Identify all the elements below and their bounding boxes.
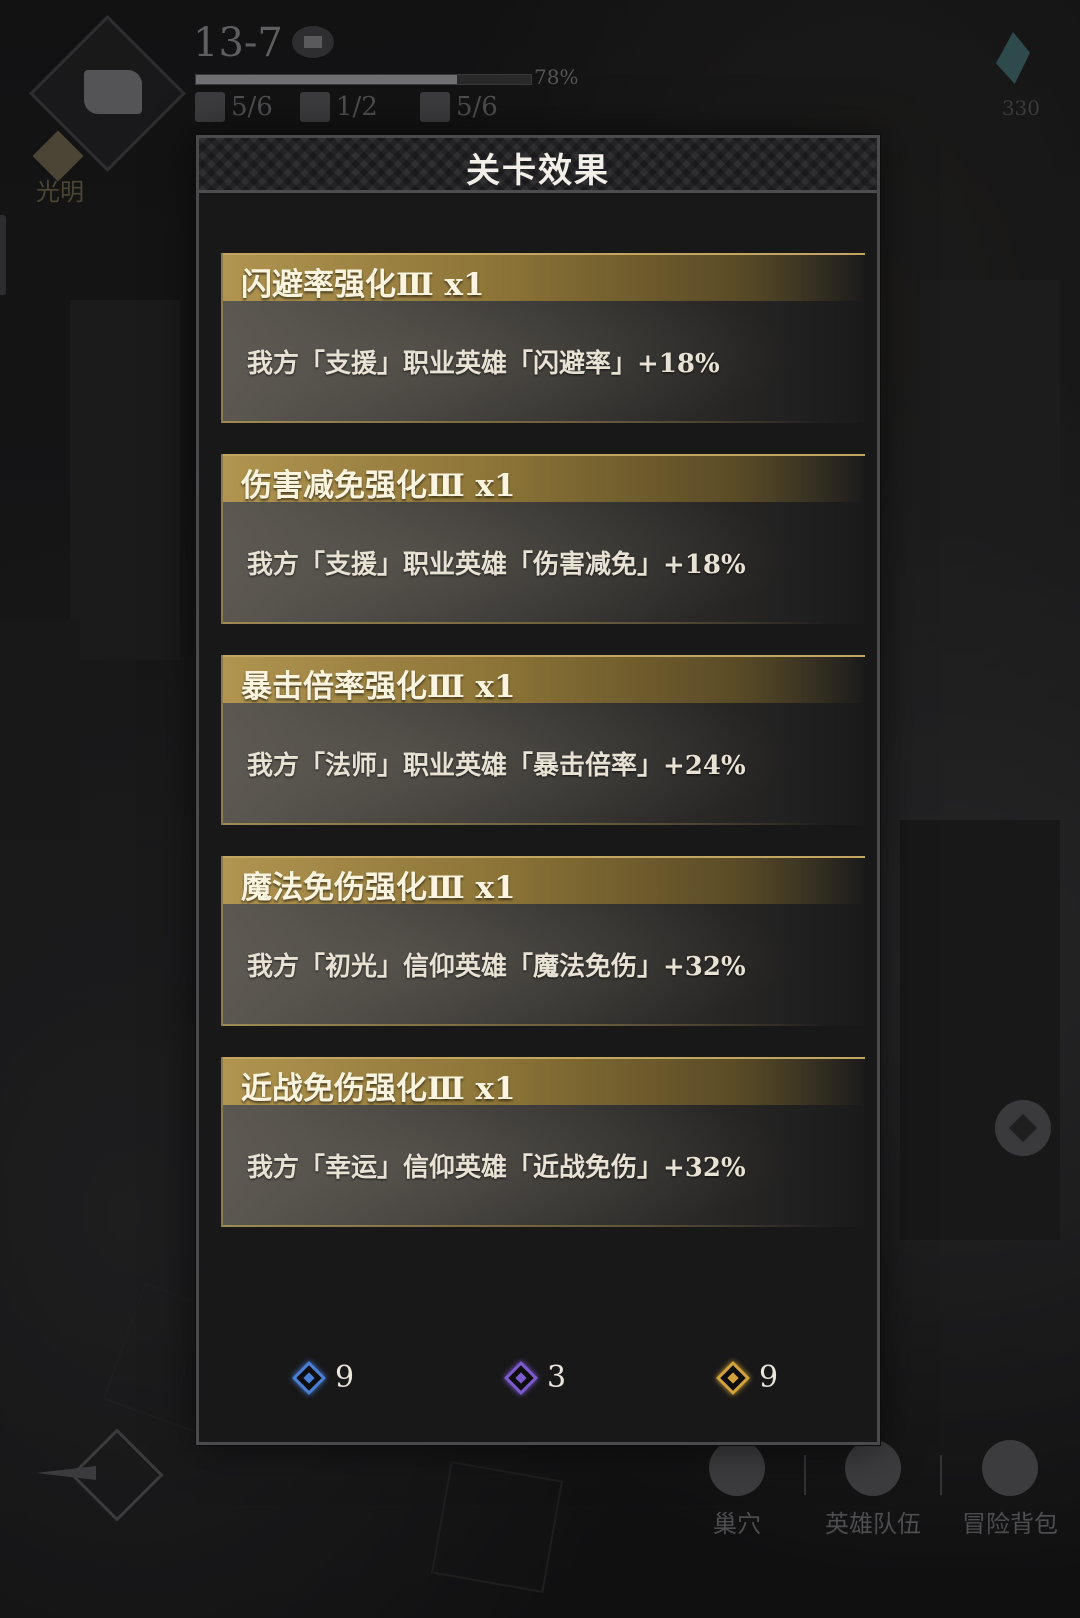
purple-gem-icon [504, 1360, 538, 1395]
stage-progress-fill [196, 75, 458, 84]
lair-icon [709, 1440, 765, 1496]
effect-header: 闪避率强化Ⅲ x1 [223, 253, 865, 303]
menu-lair-label: 巢穴 [713, 1510, 761, 1538]
modal-header: 关卡效果 [199, 138, 877, 193]
crystal-count: 330 [1001, 96, 1040, 120]
effect-header: 魔法免伤强化Ⅲ x1 [223, 856, 865, 906]
crossed-swords-icon [195, 92, 225, 122]
side-tab[interactable] [0, 215, 6, 295]
bottom-logo[interactable] [36, 1428, 164, 1522]
effect-header: 近战免伤强化Ⅲ x1 [223, 1057, 865, 1107]
effect-description: 我方「支援」职业英雄「伤害减免」+18% [247, 550, 746, 580]
gold-gem-counter: 9 [716, 1360, 779, 1395]
faith-badge-label: 光明 [36, 178, 84, 206]
stage-progress-label: 78% [534, 65, 579, 89]
effect-title: 伤害减免强化Ⅲ x1 [241, 468, 516, 504]
battle-stat-value: 5/6 [231, 92, 273, 122]
menu-team-label: 英雄队伍 [825, 1510, 921, 1538]
gold-gem-count: 9 [759, 1360, 779, 1395]
effect-title: 魔法免伤强化Ⅲ x1 [241, 870, 516, 906]
effect-title: 近战免伤强化Ⅲ x1 [241, 1071, 516, 1107]
flag-icon [84, 70, 142, 114]
menu-team-button[interactable]: 英雄队伍 [818, 1440, 928, 1539]
scroll-icon [420, 92, 450, 122]
menu-lair-button[interactable]: 巢穴 [682, 1440, 792, 1539]
event-stat: 5/6 [420, 92, 498, 122]
faith-badge: 光明 [30, 130, 90, 206]
book-icon [304, 36, 322, 48]
effect-card: 魔法免伤强化Ⅲ x1 我方「初光」信仰英雄「魔法免伤」+32% [221, 856, 865, 1026]
chest-icon [300, 92, 330, 122]
team-icon [845, 1440, 901, 1496]
effect-header: 伤害减免强化Ⅲ x1 [223, 454, 865, 504]
bag-icon [982, 1440, 1038, 1496]
chest-stat: 1/2 [300, 92, 378, 122]
modal-title: 关卡效果 [466, 151, 610, 191]
purple-gem-counter: 3 [504, 1360, 567, 1395]
stage-number: 13-7 [193, 20, 283, 66]
wing-icon [36, 1466, 96, 1480]
compass-button[interactable] [995, 1100, 1051, 1156]
effect-title: 闪避率强化Ⅲ x1 [241, 267, 485, 303]
effect-title: 暴击倍率强化Ⅲ x1 [241, 669, 516, 705]
effect-card: 暴击倍率强化Ⅲ x1 我方「法师」职业英雄「暴击倍率」+24% [221, 655, 865, 825]
stage-effects-modal: 关卡效果 闪避率强化Ⅲ x1 我方「支援」职业英雄「闪避率」+18% 伤害减免强… [196, 135, 880, 1445]
chest-stat-value: 1/2 [336, 92, 378, 122]
blue-gem-count: 9 [335, 1360, 355, 1395]
menu-bag-label: 冒险背包 [962, 1510, 1058, 1538]
stage-progress-bar [195, 74, 532, 85]
effect-description: 我方「支援」职业英雄「闪避率」+18% [247, 349, 720, 379]
blue-gem-counter: 9 [292, 1360, 355, 1395]
effect-header: 暴击倍率强化Ⅲ x1 [223, 655, 865, 705]
menu-divider [804, 1455, 806, 1495]
effect-card: 闪避率强化Ⅲ x1 我方「支援」职业英雄「闪避率」+18% [221, 253, 865, 423]
purple-gem-count: 3 [547, 1360, 567, 1395]
effect-card: 伤害减免强化Ⅲ x1 我方「支援」职业英雄「伤害减免」+18% [221, 454, 865, 624]
menu-bag-button[interactable]: 冒险背包 [955, 1440, 1065, 1539]
blue-gem-icon [292, 1360, 326, 1395]
effect-description: 我方「幸运」信仰英雄「近战免伤」+32% [247, 1153, 746, 1183]
gold-gem-icon [716, 1360, 750, 1395]
menu-divider [940, 1455, 942, 1495]
event-stat-value: 5/6 [456, 92, 498, 122]
effect-card: 近战免伤强化Ⅲ x1 我方「幸运」信仰英雄「近战免伤」+32% [221, 1057, 865, 1227]
battle-stat: 5/6 [195, 92, 273, 122]
stage-info-button[interactable] [292, 26, 334, 58]
effect-description: 我方「初光」信仰英雄「魔法免伤」+32% [247, 952, 746, 982]
effect-description: 我方「法师」职业英雄「暴击倍率」+24% [247, 751, 746, 781]
